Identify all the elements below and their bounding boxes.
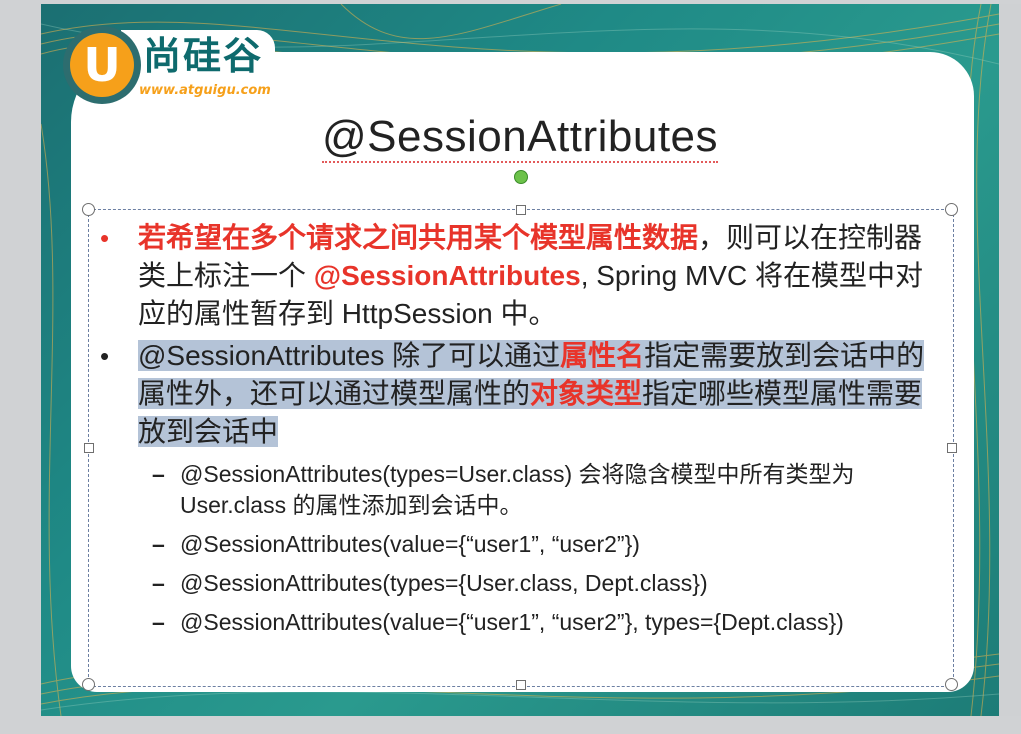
bullet-item: • 若希望在多个请求之间共用某个模型属性数据，则可以在控制器类上标注一个 @Se… xyxy=(100,219,948,333)
brand-name: 尚硅谷 xyxy=(121,30,276,82)
sub-item: – @SessionAttributes(types=User.class) 会… xyxy=(152,459,948,521)
resize-handle-right[interactable] xyxy=(947,443,957,453)
bullet-item: • @SessionAttributes 除了可以通过属性名指定需要放到会话中的… xyxy=(100,337,948,451)
emphasis-text: 属性名 xyxy=(560,340,645,371)
sub-item-text: @SessionAttributes(value={“user1”, “user… xyxy=(180,531,640,557)
dash-marker: – xyxy=(152,461,165,487)
bullet-marker: • xyxy=(100,341,110,371)
resize-handle-left[interactable] xyxy=(84,443,94,453)
slide-title-text: @SessionAttributes xyxy=(321,112,719,163)
resize-handle-top-left[interactable] xyxy=(82,203,95,216)
slide-title[interactable]: @SessionAttributes xyxy=(41,112,999,163)
sub-item: – @SessionAttributes(value={“user1”, “us… xyxy=(152,529,948,560)
emphasis-text: @SessionAttributes xyxy=(313,260,581,291)
sub-item-text: @SessionAttributes(value={“user1”, “user… xyxy=(180,609,844,635)
rotate-handle[interactable] xyxy=(514,170,528,184)
bullet-marker: • xyxy=(100,223,110,253)
resize-handle-bottom-left[interactable] xyxy=(82,678,95,691)
body-text[interactable]: • 若希望在多个请求之间共用某个模型属性数据，则可以在控制器类上标注一个 @Se… xyxy=(100,219,948,646)
logo-badge: U xyxy=(63,26,141,104)
sub-item: – @SessionAttributes(types={User.class, … xyxy=(152,568,948,599)
dash-marker: – xyxy=(152,609,165,635)
slide: 尚硅谷 U www.atguigu.com @SessionAttributes… xyxy=(41,4,999,716)
sub-list: – @SessionAttributes(types=User.class) 会… xyxy=(152,459,948,638)
presentation-viewport: 尚硅谷 U www.atguigu.com @SessionAttributes… xyxy=(0,0,1021,734)
bullet-text: 若希望在多个请求之间共用某个模型属性数据，则可以在控制器类上标注一个 @Sess… xyxy=(138,219,948,333)
bullet-text: @SessionAttributes 除了可以通过属性名指定需要放到会话中的属性… xyxy=(138,337,948,451)
resize-handle-bottom-right[interactable] xyxy=(945,678,958,691)
sub-item-text: @SessionAttributes(types=User.class) 会将隐… xyxy=(180,461,855,518)
resize-handle-top[interactable] xyxy=(516,205,526,215)
emphasis-text: 对象类型 xyxy=(530,378,643,409)
resize-handle-bottom[interactable] xyxy=(516,680,526,690)
dash-marker: – xyxy=(152,570,165,596)
brand-logo: 尚硅谷 U www.atguigu.com xyxy=(63,26,311,104)
emphasis-text: 若希望在多个请求之间共用某个模型属性数据 xyxy=(138,222,699,253)
bullet-text-segment: @SessionAttributes 除了可以通过 xyxy=(138,340,561,371)
dash-marker: – xyxy=(152,531,165,557)
sub-item: – @SessionAttributes(value={“user1”, “us… xyxy=(152,607,948,638)
sub-item-text: @SessionAttributes(types={User.class, De… xyxy=(180,570,708,596)
brand-url: www.atguigu.com xyxy=(139,83,271,98)
viewport-edge xyxy=(999,4,1021,716)
logo-letter: U xyxy=(70,33,134,97)
resize-handle-top-right[interactable] xyxy=(945,203,958,216)
